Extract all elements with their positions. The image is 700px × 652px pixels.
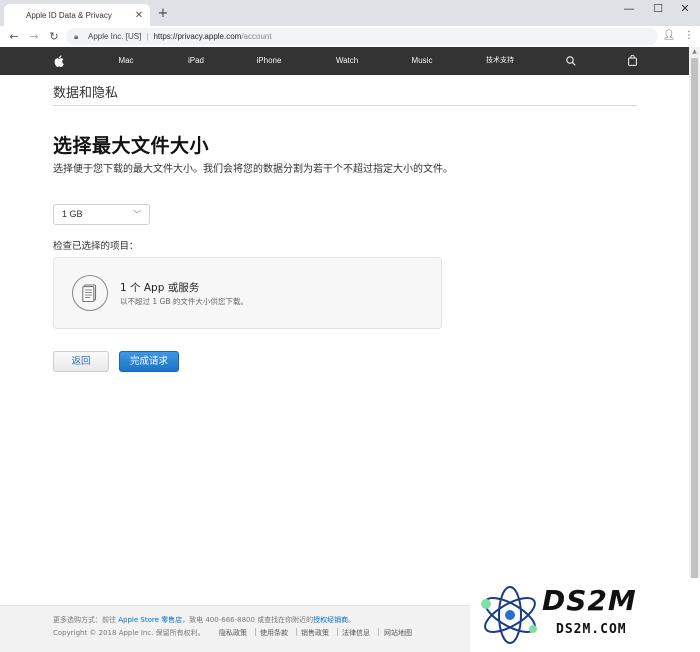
footer-link-terms[interactable]: 使用条款	[260, 628, 288, 638]
tab-close-icon[interactable]: ✕	[134, 10, 144, 21]
file-size-value: 1 GB	[62, 209, 83, 219]
watermark-logo-text: DS2M	[542, 584, 637, 617]
footer-link-legal[interactable]: 法律信息	[342, 628, 370, 638]
page-scrollbar[interactable]: ▲	[689, 47, 700, 652]
footer-copyright: Copyright © 2018 Apple Inc. 保留所有权利。	[53, 629, 205, 637]
footer-shop-prefix: 更多选购方式：前往	[53, 616, 119, 624]
nav-item-music[interactable]: Music	[406, 47, 438, 75]
shopping-bag-icon[interactable]	[625, 47, 639, 75]
footer-store-link[interactable]: Apple Store 零售店	[118, 616, 182, 624]
certificate-org: Apple Inc. [US]	[88, 32, 142, 41]
file-size-select[interactable]: 1 GB ﹀	[53, 204, 150, 225]
url-host: https://privacy.apple.com	[153, 32, 242, 41]
footer-link-privacy[interactable]: 隐私政策	[219, 628, 247, 638]
window-close-button[interactable]: ✕	[670, 2, 700, 15]
atom-logo-icon	[481, 586, 537, 644]
footer-shop-end: 。	[348, 616, 356, 624]
browser-toolbar: ← → ↻ 🔒︎ Apple Inc. [US] | https://priva…	[0, 26, 700, 47]
page-viewport: Mac iPad iPhone Watch Music 技术支持 数据和隐私 选…	[0, 47, 689, 652]
chevron-down-icon: ﹀	[133, 210, 141, 219]
nav-item-iphone[interactable]: iPhone	[252, 47, 286, 75]
search-icon[interactable]	[564, 47, 578, 75]
complete-request-button[interactable]: 完成请求	[119, 351, 179, 372]
address-separator: |	[146, 32, 149, 41]
nav-item-ipad[interactable]: iPad	[182, 47, 210, 75]
watermark-site-text: DS2M.COM	[556, 622, 627, 637]
apple-logo-icon[interactable]	[52, 47, 66, 75]
profile-icon[interactable]: 👤︎	[662, 30, 676, 41]
card-title: 1 个 App 或服务	[120, 282, 200, 294]
nav-item-support[interactable]: 技术支持	[484, 47, 516, 75]
scroll-thumb[interactable]	[691, 58, 698, 628]
watermark: DS2M DS2M.COM	[470, 578, 700, 652]
footer-shop-mid: ，致电 400-666-8800 或查找在你附近的	[182, 616, 314, 624]
footer-divider	[337, 628, 338, 636]
reload-icon[interactable]: ↻	[44, 30, 64, 43]
back-button[interactable]: 返回	[53, 351, 109, 372]
footer-divider	[255, 628, 256, 636]
footer-divider	[378, 628, 379, 636]
selected-items-label: 检查已选择的项目：	[53, 241, 139, 252]
selected-items-card: 1 个 App 或服务 以不超过 1 GB 的文件大小供您下载。	[53, 257, 442, 329]
maximize-button[interactable]: ☐	[643, 2, 673, 15]
document-icon	[72, 275, 108, 311]
menu-kebab-icon[interactable]: ⋮	[682, 30, 696, 41]
title-divider	[53, 105, 637, 106]
nav-item-watch[interactable]: Watch	[331, 47, 363, 75]
forward-arrow-icon[interactable]: →	[24, 30, 44, 43]
tab-title: Apple ID Data & Privacy	[26, 10, 112, 20]
page-heading: 选择最大文件大小	[53, 135, 210, 157]
footer-divider	[296, 628, 297, 636]
lock-icon: 🔒︎	[74, 31, 79, 41]
scroll-up-arrow-icon[interactable]: ▲	[689, 47, 700, 57]
back-arrow-icon[interactable]: ←	[4, 30, 24, 43]
footer-shop-line: 更多选购方式：前往 Apple Store 零售店，致电 400-666-880…	[53, 615, 355, 625]
footer-link-sales[interactable]: 销售政策	[301, 628, 329, 638]
minimize-button[interactable]: —	[614, 2, 644, 15]
new-tab-button[interactable]: +	[156, 6, 170, 21]
section-title: 数据和隐私	[53, 86, 119, 101]
footer-reseller-link[interactable]: 授权经销商	[313, 616, 348, 624]
browser-tab[interactable]: Apple ID Data & Privacy ✕	[4, 4, 150, 26]
tab-strip: Apple ID Data & Privacy ✕ + — ☐ ✕	[0, 0, 700, 26]
nav-item-mac[interactable]: Mac	[112, 47, 140, 75]
url-path: /account	[241, 32, 272, 41]
apple-global-nav: Mac iPad iPhone Watch Music 技术支持	[0, 47, 689, 75]
footer-link-sitemap[interactable]: 网站地图	[384, 628, 412, 638]
card-subtitle: 以不超过 1 GB 的文件大小供您下载。	[120, 297, 248, 306]
address-bar[interactable]: 🔒︎ Apple Inc. [US] | https://privacy.app…	[66, 28, 658, 45]
page-description: 选择便于您下载的最大文件大小。我们会将您的数据分割为若干个不超过指定大小的文件。	[53, 164, 453, 175]
